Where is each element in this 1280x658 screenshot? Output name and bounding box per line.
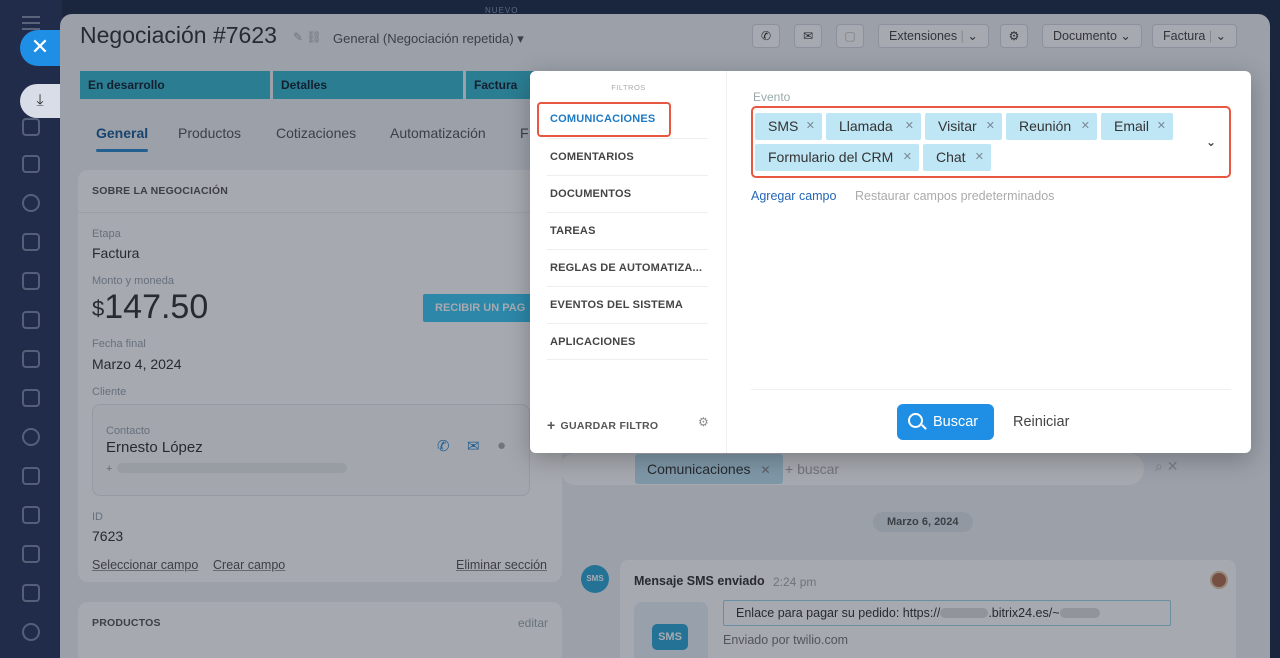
close-slider-button[interactable]: ✕	[20, 30, 60, 66]
tag-chat: Chat ✕	[923, 144, 991, 171]
tag-sms: SMS ✕	[755, 113, 822, 140]
filter-reglas-automatizacion[interactable]: REGLAS DE AUTOMATIZA...	[547, 249, 708, 286]
filter-aplicaciones[interactable]: APLICACIONES	[547, 323, 708, 360]
minimize-icon[interactable]: ⤓	[20, 84, 60, 118]
chevron-down-icon[interactable]: ⌄	[1206, 135, 1216, 149]
filter-popup: FILTROS COMUNICACIONES COMENTARIOS DOCUM…	[530, 71, 1251, 453]
close-icon[interactable]: ✕	[975, 144, 984, 171]
close-icon[interactable]: ✕	[903, 144, 912, 171]
tag-email: Email ✕	[1101, 113, 1173, 140]
tag-formulario-crm: Formulario del CRM ✕	[755, 144, 919, 171]
restore-fields-link[interactable]: Restaurar campos predeterminados	[855, 189, 1054, 203]
save-filter-button[interactable]: + GUARDAR FILTRO	[547, 417, 658, 433]
close-icon[interactable]: ✕	[986, 113, 995, 140]
search-icon	[908, 413, 923, 428]
tag-visitar: Visitar ✕	[925, 113, 1002, 140]
filter-documentos[interactable]: DOCUMENTOS	[547, 175, 708, 212]
filter-presets-panel: FILTROS COMUNICACIONES COMENTARIOS DOCUM…	[530, 71, 727, 453]
event-label: Evento	[753, 90, 791, 104]
divider	[751, 389, 1231, 390]
add-field-link[interactable]: Agregar campo	[751, 189, 836, 203]
filters-heading: FILTROS	[611, 83, 646, 92]
highlight-box	[537, 102, 671, 137]
tag-llamada: Llamada ✕	[826, 113, 921, 140]
search-button[interactable]: Buscar	[897, 404, 994, 440]
close-icon[interactable]: ✕	[905, 113, 914, 140]
gear-icon[interactable]: ⚙	[698, 415, 709, 429]
plus-icon: +	[547, 417, 556, 433]
close-icon[interactable]: ✕	[1157, 113, 1166, 140]
filter-tareas[interactable]: TAREAS	[547, 212, 708, 249]
event-tag-field[interactable]: SMS ✕ Llamada ✕ Visitar ✕ Reunión ✕ Email ✕ F…	[751, 106, 1231, 178]
close-icon[interactable]: ✕	[806, 113, 815, 140]
filter-comentarios[interactable]: COMENTARIOS	[547, 138, 708, 175]
tag-reunion: Reunión ✕	[1006, 113, 1097, 140]
filter-eventos-sistema[interactable]: EVENTOS DEL SISTEMA	[547, 286, 708, 323]
reset-button[interactable]: Reiniciar	[1013, 414, 1069, 430]
close-icon[interactable]: ✕	[1081, 113, 1090, 140]
